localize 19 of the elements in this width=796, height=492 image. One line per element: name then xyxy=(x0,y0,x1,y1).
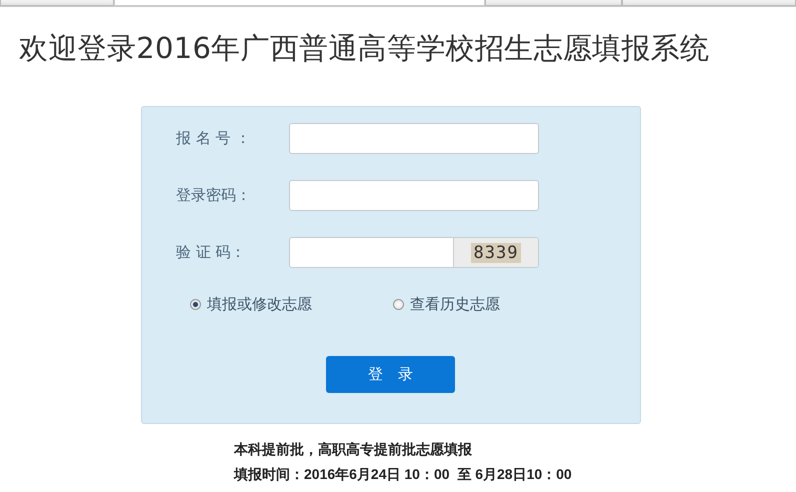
radio-icon[interactable] xyxy=(190,298,201,310)
password-field[interactable] xyxy=(289,180,539,211)
radio-icon[interactable] xyxy=(393,298,404,310)
captcha-field[interactable]: 8339 xyxy=(289,237,539,268)
notice-text: 本科提前批，高职高专提前批志愿填报 xyxy=(234,440,473,459)
field-label: 登录密码： xyxy=(175,186,252,205)
browser-tab[interactable] xyxy=(0,0,114,6)
radio-option[interactable]: 查看历史志愿 xyxy=(393,294,596,314)
input-field[interactable] xyxy=(289,123,539,154)
page-title: 欢迎登录2016年广西普通高等学校招生志愿填报系统 xyxy=(19,30,710,67)
browser-tab[interactable] xyxy=(622,0,796,6)
browser-tab[interactable] xyxy=(484,0,622,6)
browser-tab[interactable] xyxy=(114,0,485,6)
login-button[interactable]: 登 录 xyxy=(326,356,455,393)
radio-option[interactable]: 填报或修改志愿 xyxy=(190,294,393,314)
captcha-image[interactable]: 8339 xyxy=(470,242,522,262)
field-label: 报 名 号 ： xyxy=(175,129,252,148)
field-label: 验 证 码： xyxy=(175,243,247,262)
notice-text: 填报时间：2016年6月24日 10：00 至 6月28日10：00 xyxy=(234,465,573,484)
